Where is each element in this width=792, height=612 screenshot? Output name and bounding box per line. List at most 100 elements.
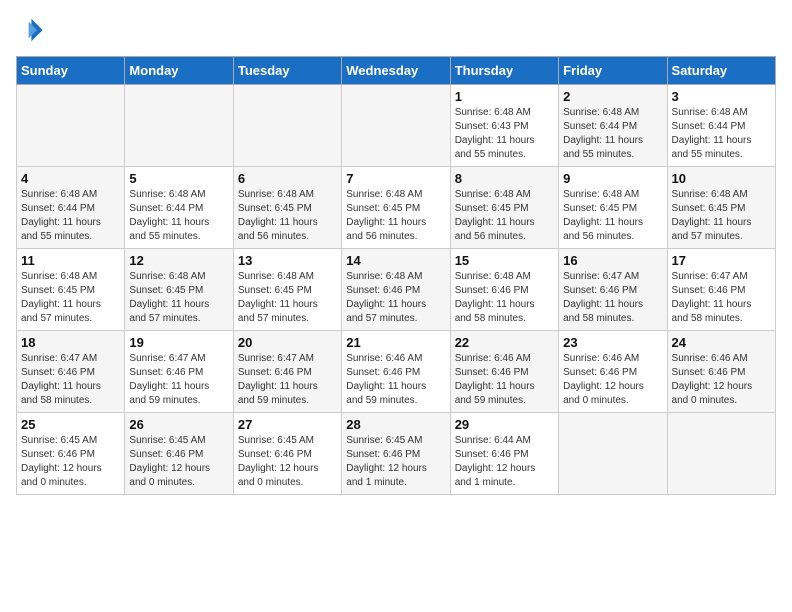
- calendar-week-row: 11 Sunrise: 6:48 AM Sunset: 6:45 PM Dayli…: [17, 249, 776, 331]
- day-number: 22: [455, 335, 554, 350]
- day-number: 11: [21, 253, 120, 268]
- day-info: Sunrise: 6:48 AM Sunset: 6:45 PM Dayligh…: [238, 188, 337, 244]
- page-header: [16, 16, 776, 44]
- calendar-cell: 10 Sunrise: 6:48 AM Sunset: 6:45 PM Dayli…: [667, 167, 775, 249]
- day-info: Sunrise: 6:46 AM Sunset: 6:46 PM Dayligh…: [455, 352, 554, 408]
- calendar-cell: 9 Sunrise: 6:48 AM Sunset: 6:45 PM Daylig…: [559, 167, 667, 249]
- calendar-cell: [342, 85, 450, 167]
- calendar-week-row: 4 Sunrise: 6:48 AM Sunset: 6:44 PM Daylig…: [17, 167, 776, 249]
- column-header-saturday: Saturday: [667, 57, 775, 85]
- day-info: Sunrise: 6:47 AM Sunset: 6:46 PM Dayligh…: [21, 352, 120, 408]
- calendar-cell: 25 Sunrise: 6:45 AM Sunset: 6:46 PM Dayli…: [17, 413, 125, 495]
- day-info: Sunrise: 6:48 AM Sunset: 6:45 PM Dayligh…: [672, 188, 771, 244]
- day-info: Sunrise: 6:45 AM Sunset: 6:46 PM Dayligh…: [21, 434, 120, 490]
- calendar-cell: 5 Sunrise: 6:48 AM Sunset: 6:44 PM Daylig…: [125, 167, 233, 249]
- calendar-cell: 22 Sunrise: 6:46 AM Sunset: 6:46 PM Dayli…: [450, 331, 558, 413]
- day-info: Sunrise: 6:47 AM Sunset: 6:46 PM Dayligh…: [129, 352, 228, 408]
- day-number: 10: [672, 171, 771, 186]
- day-number: 27: [238, 417, 337, 432]
- calendar-cell: 6Sunrise: 6:48 AM Sunset: 6:45 PM Daylig…: [233, 167, 341, 249]
- calendar-cell: 15 Sunrise: 6:48 AM Sunset: 6:46 PM Dayli…: [450, 249, 558, 331]
- calendar-cell: 3 Sunrise: 6:48 AM Sunset: 6:44 PM Daylig…: [667, 85, 775, 167]
- day-number: 13: [238, 253, 337, 268]
- day-info: Sunrise: 6:45 AM Sunset: 6:46 PM Dayligh…: [238, 434, 337, 490]
- day-number: 26: [129, 417, 228, 432]
- calendar-cell: [125, 85, 233, 167]
- day-number: 3: [672, 89, 771, 104]
- day-number: 5: [129, 171, 228, 186]
- calendar-cell: [233, 85, 341, 167]
- day-number: 20: [238, 335, 337, 350]
- calendar-cell: 12 Sunrise: 6:48 AM Sunset: 6:45 PM Dayli…: [125, 249, 233, 331]
- calendar-cell: 1 Sunrise: 6:48 AM Sunset: 6:43 PM Daylig…: [450, 85, 558, 167]
- calendar-cell: 27 Sunrise: 6:45 AM Sunset: 6:46 PM Dayli…: [233, 413, 341, 495]
- day-number: 21: [346, 335, 445, 350]
- day-number: 12: [129, 253, 228, 268]
- day-info: Sunrise: 6:48 AM Sunset: 6:43 PM Dayligh…: [455, 106, 554, 162]
- calendar-cell: 16 Sunrise: 6:47 AM Sunset: 6:46 PM Dayli…: [559, 249, 667, 331]
- calendar-cell: 17 Sunrise: 6:47 AM Sunset: 6:46 PM Dayli…: [667, 249, 775, 331]
- day-number: 17: [672, 253, 771, 268]
- day-info: Sunrise: 6:48 AM Sunset: 6:45 PM Dayligh…: [346, 188, 445, 244]
- calendar-cell: 4 Sunrise: 6:48 AM Sunset: 6:44 PM Daylig…: [17, 167, 125, 249]
- calendar-cell: 14 Sunrise: 6:48 AM Sunset: 6:46 PM Dayli…: [342, 249, 450, 331]
- day-info: Sunrise: 6:48 AM Sunset: 6:45 PM Dayligh…: [129, 270, 228, 326]
- calendar-cell: 26 Sunrise: 6:45 AM Sunset: 6:46 PM Dayli…: [125, 413, 233, 495]
- day-number: 19: [129, 335, 228, 350]
- calendar-cell: 23 Sunrise: 6:46 AM Sunset: 6:46 PM Dayli…: [559, 331, 667, 413]
- day-number: 2: [563, 89, 662, 104]
- day-info: Sunrise: 6:48 AM Sunset: 6:45 PM Dayligh…: [455, 188, 554, 244]
- calendar-cell: 20 Sunrise: 6:47 AM Sunset: 6:46 PM Dayli…: [233, 331, 341, 413]
- day-number: 29: [455, 417, 554, 432]
- day-info: Sunrise: 6:48 AM Sunset: 6:44 PM Dayligh…: [129, 188, 228, 244]
- day-info: Sunrise: 6:46 AM Sunset: 6:46 PM Dayligh…: [346, 352, 445, 408]
- calendar-cell: 19 Sunrise: 6:47 AM Sunset: 6:46 PM Dayli…: [125, 331, 233, 413]
- calendar-cell: 2 Sunrise: 6:48 AM Sunset: 6:44 PM Daylig…: [559, 85, 667, 167]
- day-info: Sunrise: 6:48 AM Sunset: 6:45 PM Dayligh…: [21, 270, 120, 326]
- day-number: 15: [455, 253, 554, 268]
- calendar-header-row: SundayMondayTuesdayWednesdayThursdayFrid…: [17, 57, 776, 85]
- calendar-cell: [559, 413, 667, 495]
- calendar-cell: 24 Sunrise: 6:46 AM Sunset: 6:46 PM Dayli…: [667, 331, 775, 413]
- calendar-week-row: 1 Sunrise: 6:48 AM Sunset: 6:43 PM Daylig…: [17, 85, 776, 167]
- day-info: Sunrise: 6:45 AM Sunset: 6:46 PM Dayligh…: [129, 434, 228, 490]
- calendar-cell: 7 Sunrise: 6:48 AM Sunset: 6:45 PM Daylig…: [342, 167, 450, 249]
- day-info: Sunrise: 6:47 AM Sunset: 6:46 PM Dayligh…: [238, 352, 337, 408]
- column-header-tuesday: Tuesday: [233, 57, 341, 85]
- calendar-cell: 29Sunrise: 6:44 AM Sunset: 6:46 PM Dayli…: [450, 413, 558, 495]
- day-number: 23: [563, 335, 662, 350]
- day-number: 7: [346, 171, 445, 186]
- day-info: Sunrise: 6:48 AM Sunset: 6:46 PM Dayligh…: [455, 270, 554, 326]
- calendar-table: SundayMondayTuesdayWednesdayThursdayFrid…: [16, 56, 776, 495]
- column-header-monday: Monday: [125, 57, 233, 85]
- day-number: 1: [455, 89, 554, 104]
- calendar-cell: 11 Sunrise: 6:48 AM Sunset: 6:45 PM Dayli…: [17, 249, 125, 331]
- day-info: Sunrise: 6:45 AM Sunset: 6:46 PM Dayligh…: [346, 434, 445, 490]
- day-info: Sunrise: 6:48 AM Sunset: 6:44 PM Dayligh…: [563, 106, 662, 162]
- calendar-cell: 28 Sunrise: 6:45 AM Sunset: 6:46 PM Dayli…: [342, 413, 450, 495]
- day-number: 16: [563, 253, 662, 268]
- day-number: 28: [346, 417, 445, 432]
- day-number: 25: [21, 417, 120, 432]
- day-info: Sunrise: 6:48 AM Sunset: 6:45 PM Dayligh…: [563, 188, 662, 244]
- day-info: Sunrise: 6:47 AM Sunset: 6:46 PM Dayligh…: [563, 270, 662, 326]
- day-info: Sunrise: 6:47 AM Sunset: 6:46 PM Dayligh…: [672, 270, 771, 326]
- day-number: 4: [21, 171, 120, 186]
- day-info: Sunrise: 6:48 AM Sunset: 6:44 PM Dayligh…: [672, 106, 771, 162]
- day-info: Sunrise: 6:48 AM Sunset: 6:46 PM Dayligh…: [346, 270, 445, 326]
- calendar-cell: [17, 85, 125, 167]
- logo-icon: [16, 16, 44, 44]
- calendar-week-row: 25 Sunrise: 6:45 AM Sunset: 6:46 PM Dayli…: [17, 413, 776, 495]
- day-number: 8: [455, 171, 554, 186]
- calendar-cell: 8 Sunrise: 6:48 AM Sunset: 6:45 PM Daylig…: [450, 167, 558, 249]
- column-header-sunday: Sunday: [17, 57, 125, 85]
- day-info: Sunrise: 6:46 AM Sunset: 6:46 PM Dayligh…: [563, 352, 662, 408]
- day-number: 9: [563, 171, 662, 186]
- day-number: 14: [346, 253, 445, 268]
- day-info: Sunrise: 6:48 AM Sunset: 6:44 PM Dayligh…: [21, 188, 120, 244]
- day-info: Sunrise: 6:46 AM Sunset: 6:46 PM Dayligh…: [672, 352, 771, 408]
- calendar-cell: 18Sunrise: 6:47 AM Sunset: 6:46 PM Dayli…: [17, 331, 125, 413]
- day-number: 24: [672, 335, 771, 350]
- calendar-cell: 21 Sunrise: 6:46 AM Sunset: 6:46 PM Dayli…: [342, 331, 450, 413]
- day-info: Sunrise: 6:48 AM Sunset: 6:45 PM Dayligh…: [238, 270, 337, 326]
